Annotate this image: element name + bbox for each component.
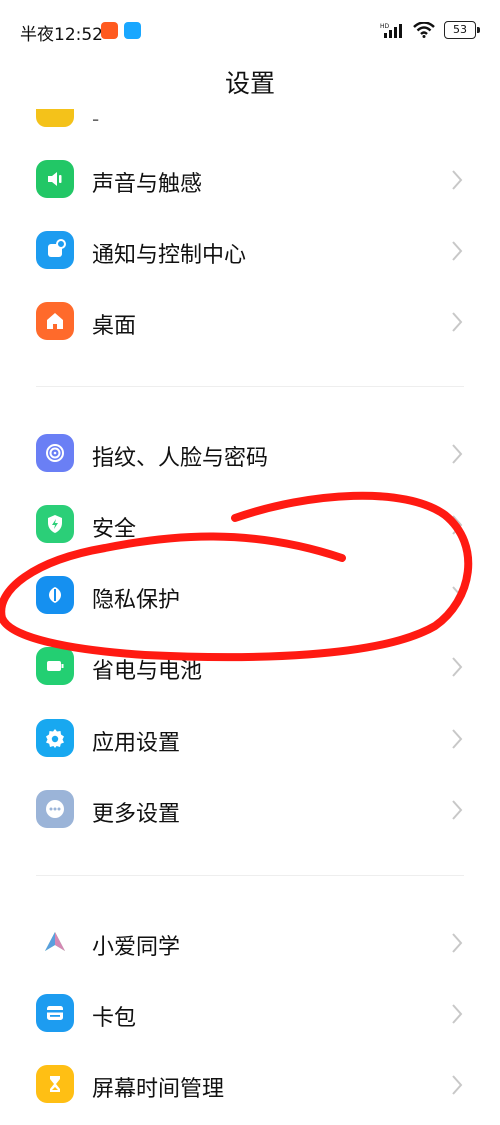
privacy-icon: [36, 576, 74, 614]
notification-icon: [36, 231, 74, 269]
settings-item-security[interactable]: 安全: [0, 489, 500, 561]
settings-item-label: 小爱同学: [92, 935, 181, 960]
settings-item-notifications[interactable]: 通知与控制中心: [0, 215, 500, 287]
settings-item-more[interactable]: 更多设置: [0, 774, 500, 846]
settings-item-label: 通知与控制中心: [92, 243, 247, 268]
section-divider: [36, 875, 464, 876]
settings-item-apps[interactable]: 应用设置: [0, 703, 500, 775]
settings-item-label: 屏幕时间管理: [92, 1077, 225, 1102]
chevron-right-icon: [452, 1004, 463, 1024]
section-divider: [36, 386, 464, 387]
weather-app-icon: [124, 22, 141, 39]
chevron-right-icon: [452, 515, 463, 535]
settings-item-label: 桌面: [92, 314, 137, 339]
chevron-right-icon: [452, 729, 463, 749]
page-title: 设置: [224, 69, 275, 98]
partial-settings-icon: [36, 109, 74, 127]
status-time: 半夜12:52: [20, 25, 103, 45]
settings-item-label: 指纹、人脸与密码: [92, 446, 269, 471]
settings-item-desktop[interactable]: 桌面: [0, 286, 500, 358]
settings-item-label: 安全: [92, 517, 137, 542]
settings-item-label: 声音与触感: [92, 172, 203, 197]
card-icon: [36, 994, 74, 1032]
shield-icon: [36, 505, 74, 543]
chevron-right-icon: [452, 312, 463, 332]
settings-item-fingerprint[interactable]: 指纹、人脸与密码: [0, 418, 500, 490]
cellular-signal-icon: HD: [380, 23, 402, 38]
status-icons: HD 53: [380, 21, 480, 39]
home-icon: [36, 302, 74, 340]
settings-item-privacy[interactable]: 隐私保护: [0, 560, 500, 632]
settings-item-label: 省电与电池: [92, 659, 203, 684]
settings-item-label: 应用设置: [92, 731, 181, 756]
chevron-right-icon: [452, 657, 463, 677]
status-bar: 半夜12:52 HD 53: [0, 0, 500, 62]
battery-icon: [36, 647, 74, 685]
chevron-right-icon: [452, 800, 463, 820]
chevron-right-icon: [452, 170, 463, 190]
settings-item-sound[interactable]: 声音与触感: [0, 144, 500, 216]
chevron-right-icon: [452, 241, 463, 261]
chevron-right-icon: [452, 586, 463, 606]
settings-item-label: 隐私保护: [92, 588, 181, 613]
settings-item-screen-time[interactable]: 屏幕时间管理: [0, 1049, 500, 1121]
settings-item-card-wallet[interactable]: 卡包: [0, 978, 500, 1050]
sound-icon: [36, 160, 74, 198]
more-icon: [36, 790, 74, 828]
settings-item-label: 更多设置: [92, 802, 181, 827]
gear-icon: [36, 719, 74, 757]
settings-item-xiaoai[interactable]: 小爱同学: [0, 907, 500, 979]
wifi-icon: [413, 22, 435, 38]
battery-indicator: 53: [444, 21, 480, 39]
partial-settings-label: -: [92, 107, 100, 131]
chevron-right-icon: [452, 933, 463, 953]
settings-item-label: 卡包: [92, 1006, 137, 1031]
video-app-icon: [101, 22, 118, 39]
settings-item-battery[interactable]: 省电与电池: [0, 631, 500, 703]
chevron-right-icon: [452, 444, 463, 464]
xiaoai-icon: [36, 923, 74, 961]
fingerprint-icon: [36, 434, 74, 472]
hourglass-icon: [36, 1065, 74, 1103]
chevron-right-icon: [452, 1075, 463, 1095]
network-label: HD: [380, 23, 390, 30]
